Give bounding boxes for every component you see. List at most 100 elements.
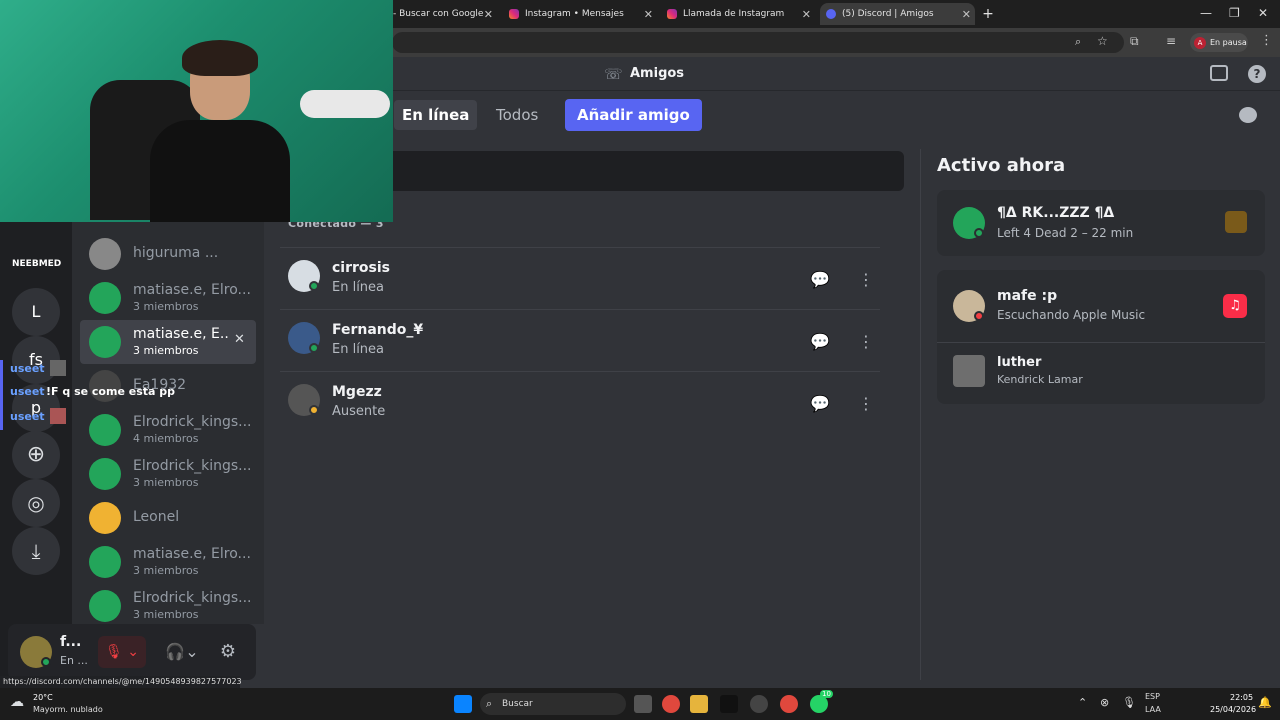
- streamer-hair: [182, 40, 258, 76]
- taskbar-search[interactable]: ⌕ Buscar: [480, 693, 626, 715]
- network-icon[interactable]: ⊗: [1100, 696, 1109, 709]
- active-card-game[interactable]: ¶Δ RK...ZZZ ¶Δ Left 4 Dead 2 – 22 min: [937, 190, 1265, 256]
- list-item[interactable]: matiase.e, Elro... 3 miembros: [80, 540, 256, 584]
- server-list: NEEBMED L fs p ⊕ ◎ ⤓: [0, 222, 72, 680]
- add-server-icon[interactable]: ⊕: [12, 431, 60, 479]
- server-icon[interactable]: NEEBMED: [12, 251, 61, 277]
- friend-row[interactable]: Fernando_¥ En línea 💬 ⋮: [280, 309, 880, 371]
- tab-close-icon[interactable]: ✕: [802, 8, 811, 21]
- friend-status: En línea: [332, 342, 385, 357]
- headphones-icon[interactable]: 🎧⌄: [158, 636, 206, 668]
- chrome-icon[interactable]: [780, 695, 798, 713]
- tab-all[interactable]: Todos: [488, 100, 546, 130]
- friend-row[interactable]: cirrosis En línea 💬 ⋮: [280, 247, 880, 309]
- dm-member-count: 4 miembros: [133, 432, 199, 445]
- track-artist: Kendrick Lamar: [997, 373, 1083, 386]
- user-panel: f... En ... 🎙 ⌄ 🎧⌄ ⚙: [8, 624, 256, 680]
- friend-name: cirrosis: [332, 260, 390, 276]
- active-now-title: Activo ahora: [937, 155, 1066, 176]
- more-options-icon[interactable]: ⋮: [848, 385, 884, 421]
- list-item[interactable]: matiase.e, E... 3 miembros ✕: [80, 320, 256, 364]
- close-dm-icon[interactable]: ✕: [234, 332, 245, 347]
- weather-temp: 20°C: [33, 693, 53, 702]
- notifications-icon[interactable]: 🔔: [1258, 696, 1272, 709]
- active-card-music[interactable]: mafe :p Escuchando Apple Music ♫ luther …: [937, 270, 1265, 404]
- browser-menu-icon[interactable]: ⋮: [1260, 33, 1273, 48]
- browser-tab-google[interactable]: - Buscar con Google ✕: [393, 3, 497, 25]
- obs-icon[interactable]: [750, 695, 768, 713]
- tab-label: Instagram • Mensajes: [525, 9, 624, 19]
- restore-icon[interactable]: ❐: [1229, 6, 1240, 20]
- chrome-icon[interactable]: [662, 695, 680, 713]
- dm-member-count: 3 miembros: [133, 300, 199, 313]
- mute-mic-icon[interactable]: 🎙 ⌄: [98, 636, 146, 668]
- clock-time[interactable]: 22:05: [1230, 693, 1253, 702]
- new-group-dm-icon[interactable]: [1210, 65, 1228, 81]
- zoom-icon[interactable]: ⌕: [1075, 35, 1081, 49]
- group-avatar: [89, 326, 121, 358]
- list-item[interactable]: higuruma ...: [80, 232, 256, 276]
- dm-name: matiase.e, E...: [133, 326, 229, 342]
- windows-start-icon[interactable]: [454, 695, 472, 713]
- group-avatar: [89, 282, 121, 314]
- tiktok-icon[interactable]: [720, 695, 738, 713]
- minimize-icon[interactable]: —: [1200, 6, 1212, 20]
- bookmark-star-icon[interactable]: ☆: [1097, 34, 1108, 48]
- activity-detail: Escuchando Apple Music: [997, 308, 1146, 322]
- browser-tab-instagram-messages[interactable]: Instagram • Mensajes ✕: [503, 3, 657, 25]
- online-status-icon: [974, 228, 984, 238]
- dm-member-count: 3 miembros: [133, 608, 199, 621]
- more-options-icon[interactable]: ⋮: [848, 323, 884, 359]
- tab-close-icon[interactable]: ✕: [484, 8, 493, 21]
- list-item[interactable]: Leonel: [80, 496, 256, 540]
- list-item[interactable]: Elrodrick_kings... 3 miembros: [80, 452, 256, 496]
- download-icon[interactable]: ⤓: [12, 527, 60, 575]
- tray-chevron-icon[interactable]: ⌃: [1078, 696, 1087, 709]
- browser-tab-instagram-call[interactable]: Llamada de Instagram ✕: [661, 3, 815, 25]
- friends-top-bar: ☏ Amigos ?: [264, 57, 1280, 91]
- add-friend-dm-icon[interactable]: [1239, 107, 1257, 123]
- mic-tray-icon[interactable]: 🎙: [1122, 696, 1136, 709]
- extensions-icon[interactable]: ⧉: [1130, 34, 1139, 49]
- close-window-icon[interactable]: ✕: [1258, 6, 1268, 20]
- address-bar[interactable]: [392, 32, 1124, 53]
- discord-icon: [826, 9, 836, 19]
- list-item[interactable]: Elrodrick_kings... 3 miembros: [80, 584, 256, 628]
- tab-label: (5) Discord | Amigos: [842, 9, 934, 19]
- tab-online[interactable]: En línea: [394, 100, 478, 130]
- divider: [937, 342, 1265, 343]
- media-controls-icon[interactable]: ≡: [1166, 34, 1176, 48]
- message-icon[interactable]: 💬: [802, 323, 838, 359]
- friend-row[interactable]: Mgezz Ausente 💬 ⋮: [280, 371, 880, 433]
- idle-status-icon: [309, 405, 319, 415]
- browser-tab-discord[interactable]: (5) Discord | Amigos ✕: [820, 3, 975, 25]
- file-explorer-icon[interactable]: [690, 695, 708, 713]
- add-friend-button[interactable]: Añadir amigo: [565, 99, 702, 131]
- message-icon[interactable]: 💬: [802, 385, 838, 421]
- tab-close-icon[interactable]: ✕: [962, 8, 971, 21]
- task-view-icon[interactable]: [634, 695, 652, 713]
- list-item[interactable]: matiase.e, Elro... 3 miembros: [80, 276, 256, 320]
- user-name: f...: [60, 634, 82, 650]
- dm-member-count: 3 miembros: [133, 564, 199, 577]
- new-tab-icon[interactable]: +: [980, 3, 996, 25]
- tab-close-icon[interactable]: ✕: [644, 8, 653, 21]
- server-icon[interactable]: L: [12, 288, 60, 336]
- dm-member-count: 3 miembros: [133, 476, 199, 489]
- help-icon[interactable]: ?: [1248, 65, 1266, 83]
- settings-gear-icon[interactable]: ⚙: [214, 636, 242, 668]
- explore-compass-icon[interactable]: ◎: [12, 479, 60, 527]
- online-status-icon: [309, 343, 319, 353]
- activity-user-name: ¶Δ RK...ZZZ ¶Δ: [997, 205, 1115, 221]
- user-status: En ...: [60, 654, 88, 667]
- page-title: Amigos: [630, 66, 685, 81]
- album-art: [953, 355, 985, 387]
- message-icon[interactable]: 💬: [802, 261, 838, 297]
- track-title: luther: [997, 355, 1042, 370]
- search-label: Buscar: [502, 699, 533, 709]
- more-options-icon[interactable]: ⋮: [848, 261, 884, 297]
- language-indicator[interactable]: ESP: [1145, 692, 1160, 701]
- profile-paused-button[interactable]: A En pausa: [1190, 33, 1248, 52]
- active-now-panel: Activo ahora ¶Δ RK...ZZZ ¶Δ Left 4 Dead …: [920, 149, 1280, 680]
- tab-label: - Buscar con Google: [393, 9, 484, 19]
